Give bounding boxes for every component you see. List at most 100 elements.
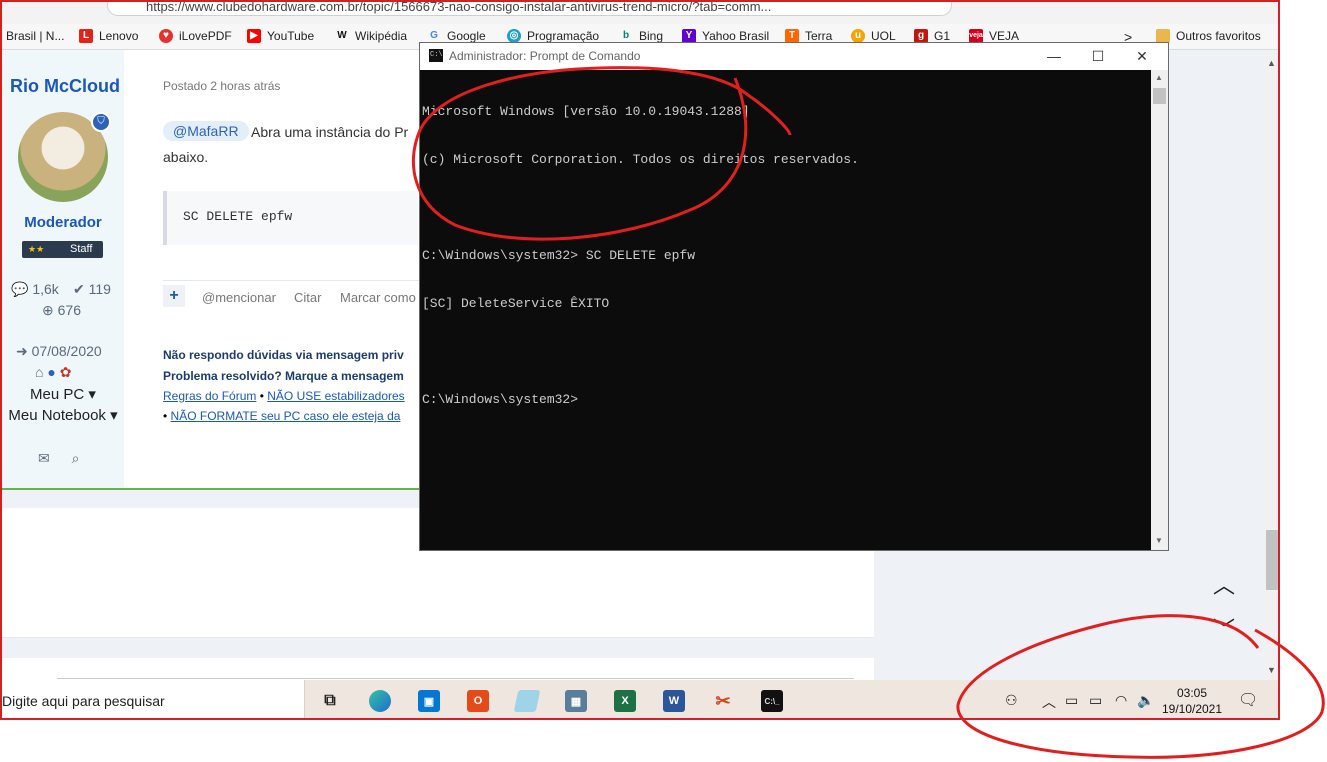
- heart-icon: ♥: [159, 29, 173, 43]
- no-stabilizers-link[interactable]: NÃO USE estabilizadores: [267, 389, 404, 403]
- google-icon: G: [430, 30, 438, 41]
- mention-tag[interactable]: @MafaRR: [163, 121, 249, 141]
- yahoo-icon: Y: [682, 29, 696, 43]
- signature-links-row: Regras do Fórum • NÃO USE estabilizadore…: [163, 389, 405, 403]
- scroll-up-arrow-icon[interactable]: ▲: [1155, 73, 1163, 82]
- bookmark-wikipedia[interactable]: W Wikipédia: [335, 29, 407, 43]
- youtube-icon: ▶: [247, 29, 261, 43]
- post-actions: + @mencionar Citar Marcar como: [163, 280, 423, 310]
- scrollbar-thumb[interactable]: [1266, 530, 1278, 590]
- cmd-taskbar-icon[interactable]: C:\_: [752, 685, 792, 717]
- wifi-icon[interactable]: ◠: [1115, 692, 1127, 709]
- office-icon[interactable]: O: [458, 685, 498, 717]
- sign-in-icon: ➜: [16, 343, 28, 359]
- meet-now-icon[interactable]: ▭: [1065, 692, 1078, 709]
- veja-icon: veja: [969, 29, 983, 43]
- bookmark-youtube[interactable]: ▶ YouTube: [247, 29, 314, 43]
- post-text-line2: abaixo.: [163, 149, 209, 165]
- battery-icon[interactable]: ▭: [1089, 692, 1102, 709]
- bookmark-bing[interactable]: b Bing: [619, 29, 663, 43]
- command-prompt-window[interactable]: C:\ Administrador: Prompt de Comando — ☐…: [419, 42, 1169, 551]
- taskbar-search-input[interactable]: Digite aqui para pesquisar: [2, 680, 305, 718]
- taskbar: Digite aqui para pesquisar ⧉ ▣ O ▦ X W ✂…: [2, 680, 1278, 718]
- plus-circle-icon: ⊕: [42, 302, 54, 318]
- posts-count: 💬 1,6k: [11, 281, 59, 297]
- cmd-titlebar[interactable]: C:\ Administrador: Prompt de Comando — ☐…: [420, 43, 1168, 70]
- bookmark-google[interactable]: G Google: [427, 29, 486, 43]
- stars-icon: ★★: [28, 244, 45, 254]
- search-icon[interactable]: ⌕: [72, 450, 80, 466]
- scroll-up-arrow-icon[interactable]: ▲: [1267, 58, 1276, 68]
- author-flags: ⌂ ● ✿: [35, 364, 71, 381]
- address-bar[interactable]: https://www.clubedohardware.com.br/topic…: [107, 2, 952, 16]
- divider: [57, 678, 854, 679]
- envelope-icon[interactable]: ✉: [38, 450, 50, 466]
- store-icon[interactable]: ▣: [409, 685, 449, 717]
- bookmark-terra[interactable]: T Terra: [785, 29, 832, 43]
- calculator-icon[interactable]: ▦: [556, 685, 596, 717]
- maximize-button[interactable]: ☐: [1076, 46, 1120, 66]
- author-role: Moderador: [24, 214, 102, 231]
- console-line: C:\Windows\system32> SC DELETE epfw: [422, 248, 696, 263]
- no-format-link[interactable]: NÃO FORMATE seu PC caso ele esteja da: [171, 409, 401, 423]
- staff-badge: ★★ Staff: [22, 241, 103, 258]
- scroll-down-arrow-icon[interactable]: ▼: [1155, 536, 1163, 545]
- bookmark-lenovo[interactable]: L Lenovo: [79, 29, 138, 43]
- forum-rules-link[interactable]: Regras do Fórum: [163, 389, 256, 403]
- snipping-tool-icon[interactable]: ✂: [703, 685, 743, 717]
- solutions-count: ✔ 119: [73, 281, 111, 297]
- people-icon[interactable]: ⚇: [1005, 692, 1018, 709]
- mention-button[interactable]: @mencionar: [202, 290, 276, 305]
- minimize-button[interactable]: —: [1032, 46, 1076, 66]
- console-output[interactable]: Microsoft Windows [versão 10.0.19043.128…: [420, 70, 1151, 550]
- word-icon[interactable]: W: [654, 685, 694, 717]
- scroll-down-arrow-icon[interactable]: ▼: [1267, 665, 1276, 675]
- bookmark-programacao[interactable]: ◎ Programação: [507, 29, 599, 43]
- wikipedia-icon: W: [337, 30, 347, 41]
- bookmark-ilovepdf[interactable]: ♥ iLovePDF: [159, 29, 232, 43]
- globe-icon: ●: [47, 364, 56, 380]
- console-line: ​: [422, 200, 1151, 216]
- signature-line2: Problema resolvido? Marque a mensagem: [163, 369, 404, 383]
- meu-notebook-menu[interactable]: Meu Notebook ▾: [2, 406, 124, 424]
- system-clock[interactable]: 03:05 19/10/2021: [1157, 685, 1227, 717]
- check-icon: ✔: [73, 281, 85, 297]
- signature-line1: Não respondo dúvidas via mensagem priv: [163, 348, 404, 362]
- scroll-up-chevron-icon[interactable]: ︿: [1209, 568, 1239, 598]
- bookmark-veja[interactable]: veja VEJA: [969, 29, 1019, 43]
- notes-icon[interactable]: [507, 685, 547, 717]
- author-contact: ✉ ⌕: [38, 450, 79, 467]
- edge-icon[interactable]: [360, 685, 400, 717]
- browser-toolbar: https://www.clubedohardware.com.br/topic…: [2, 2, 1278, 24]
- excel-icon[interactable]: X: [605, 685, 645, 717]
- posted-time: Postado 2 horas atrás: [163, 79, 281, 93]
- volume-icon[interactable]: 🔈: [1137, 692, 1154, 709]
- cmd-scrollbar[interactable]: ▲ ▼: [1151, 70, 1168, 550]
- quote-button[interactable]: Citar: [294, 290, 321, 305]
- page-scrollbar[interactable]: ▲ ▼: [1264, 50, 1278, 680]
- bookmark-yahoo[interactable]: Y Yahoo Brasil: [682, 29, 769, 43]
- bookmark-outros-favoritos[interactable]: Outros favoritos: [1156, 29, 1261, 43]
- notification-center-icon[interactable]: 🗨: [1238, 690, 1258, 710]
- console-line: (c) Microsoft Corporation. Todos os dire…: [422, 152, 859, 167]
- console-line: C:\Windows\system32>: [422, 392, 579, 407]
- staff-label: Staff: [70, 243, 93, 255]
- home-icon: ⌂: [35, 364, 44, 380]
- paw-icon: ✿: [59, 364, 72, 380]
- scroll-down-chevron-icon[interactable]: ﹀: [1209, 612, 1239, 642]
- bookmark-brasil[interactable]: Brasil | N...: [6, 29, 64, 43]
- comment-icon: 💬: [11, 281, 29, 297]
- plus-button[interactable]: +: [163, 285, 185, 307]
- bookmark-g1[interactable]: g G1: [914, 29, 950, 43]
- cmd-scrollbar-thumb[interactable]: [1153, 88, 1166, 104]
- mark-solution-button[interactable]: Marcar como: [340, 290, 416, 305]
- meu-pc-menu[interactable]: Meu PC ▾: [2, 385, 124, 403]
- console-line: ​: [422, 344, 1151, 360]
- close-button[interactable]: ✕: [1120, 46, 1164, 66]
- task-view-icon[interactable]: ⧉: [310, 685, 350, 717]
- bookmark-uol[interactable]: u UOL: [851, 29, 896, 43]
- uol-icon: u: [851, 29, 865, 43]
- console-line: [SC] DeleteService ÊXITO: [422, 296, 610, 311]
- author-name[interactable]: Rio McCloud: [10, 76, 120, 97]
- chevron-up-icon[interactable]: ︿: [1042, 692, 1056, 712]
